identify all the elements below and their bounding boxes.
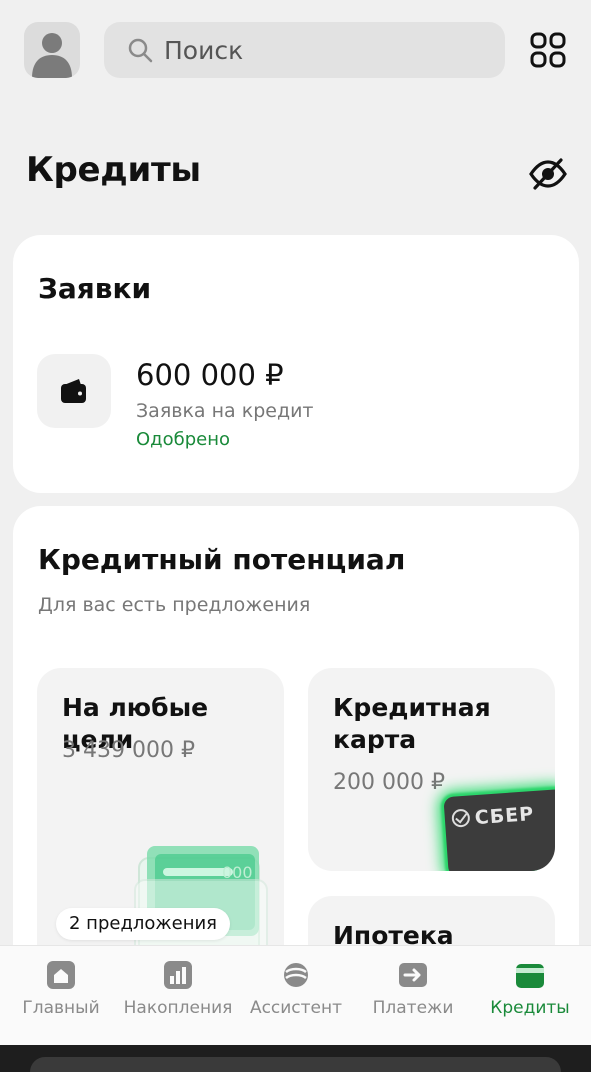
offer-credit-card[interactable]: Кредитная карта 200 000 ₽ СБЕР [308, 668, 555, 871]
card-brand: СБЕР [474, 803, 535, 830]
offers-count-badge: 2 предложения [56, 908, 230, 940]
sber-logo-icon [451, 809, 470, 828]
user-avatar[interactable] [24, 22, 80, 78]
tab-label: Главный [22, 998, 100, 1018]
tab-label: Платежи [372, 998, 454, 1018]
wallet-icon [61, 379, 86, 403]
tab-home[interactable]: Главный [2, 958, 120, 1018]
application-status: Одобрено [136, 429, 231, 450]
tab-credits[interactable]: Кредиты [471, 958, 589, 1018]
offer-title: Кредитная карта [333, 693, 491, 754]
tab-label: Ассистент [249, 998, 343, 1018]
application-description: Заявка на кредит [136, 400, 314, 422]
page-title: Кредиты [26, 150, 201, 190]
tab-label: Кредиты [490, 998, 570, 1018]
assistant-icon [284, 963, 308, 987]
applications-title: Заявки [38, 272, 152, 305]
credit-card-image: СБЕР [443, 788, 555, 871]
tab-assistant[interactable]: Ассистент [237, 958, 355, 1018]
search-icon [128, 38, 153, 63]
credit-potential-title: Кредитный потенциал [38, 543, 406, 576]
home-icon [47, 961, 75, 989]
offer-amount: 200 000 ₽ [333, 770, 445, 795]
wallet-icon [516, 964, 544, 988]
apps-grid-icon[interactable] [528, 30, 568, 70]
tab-payments[interactable]: Платежи [354, 958, 472, 1018]
credit-potential-subtitle: Для вас есть предложения [38, 594, 311, 616]
search-bar[interactable]: Поиск [104, 22, 505, 78]
user-avatar-icon [32, 33, 72, 78]
search-placeholder: Поиск [164, 35, 244, 65]
eye-off-icon[interactable] [528, 154, 568, 194]
offer-amount: 3 439 000 ₽ [62, 738, 195, 763]
arrow-right-icon [399, 963, 427, 987]
home-indicator[interactable] [30, 1057, 561, 1072]
tab-label: Накопления [123, 998, 233, 1018]
chart-icon [164, 961, 192, 989]
application-amount[interactable]: 600 000 ₽ [136, 358, 284, 392]
tab-savings[interactable]: Накопления [119, 958, 237, 1018]
application-item-icon-box[interactable] [37, 354, 111, 428]
